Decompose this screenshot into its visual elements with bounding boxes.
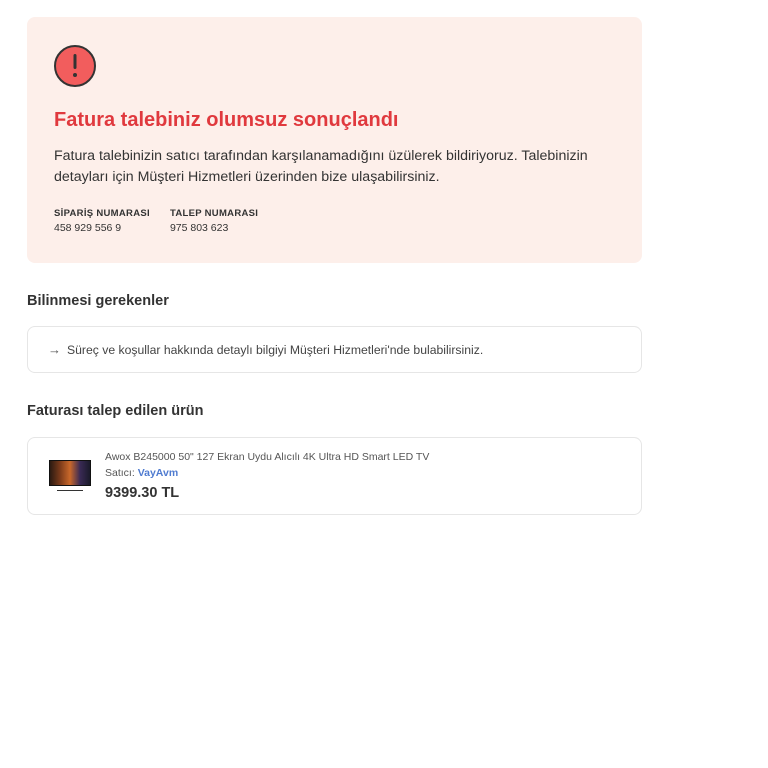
seller-label: Satıcı: <box>105 466 135 479</box>
seller-name-link[interactable]: VayAvm <box>138 467 178 479</box>
order-number-value: 458 929 556 9 <box>54 222 122 234</box>
request-number-block: TALEP NUMARASI 975 803 623 <box>170 207 258 235</box>
customer-service-info-box[interactable]: → Süreç ve koşullar hakkında detaylı bil… <box>27 326 642 373</box>
order-number-block: SİPARİŞ NUMARASI 458 929 556 9 <box>54 207 150 235</box>
alert-title: Fatura talebiniz olumsuz sonuçlandı <box>54 109 399 131</box>
order-info: SİPARİŞ NUMARASI 458 929 556 9 TALEP NUM… <box>54 207 615 235</box>
product-name[interactable]: Awox B245000 50" 127 Ekran Uydu Alıcılı … <box>105 451 429 464</box>
product-thumbnail[interactable] <box>49 460 91 492</box>
product-seller: Satıcı: VayAvm <box>105 467 429 480</box>
product-card[interactable]: Awox B245000 50" 127 Ekran Uydu Alıcılı … <box>27 437 642 515</box>
rejection-alert-card: Fatura talebiniz olumsuz sonuçlandı Fatu… <box>27 17 642 263</box>
exclamation-circle-icon <box>54 45 96 87</box>
page-content: Fatura talebiniz olumsuz sonuçlandı Fatu… <box>27 17 642 515</box>
order-number-label: SİPARİŞ NUMARASI <box>54 208 150 219</box>
product-section-title: Faturası talep edilen ürün <box>27 403 204 419</box>
request-number-label: TALEP NUMARASI <box>169 208 259 219</box>
product-price: 9399.30 TL <box>105 484 180 501</box>
alert-description: Fatura talebinizin satıcı tarafından kar… <box>54 148 588 185</box>
request-number-value: 975 803 623 <box>169 222 229 234</box>
arrow-right-icon: → <box>48 342 61 357</box>
info-section-title: Bilinmesi gerekenler <box>27 293 169 309</box>
info-text: Süreç ve koşullar hakkında detaylı bilgi… <box>67 342 484 357</box>
product-info: Awox B245000 50" 127 Ekran Uydu Alıcılı … <box>105 451 429 502</box>
